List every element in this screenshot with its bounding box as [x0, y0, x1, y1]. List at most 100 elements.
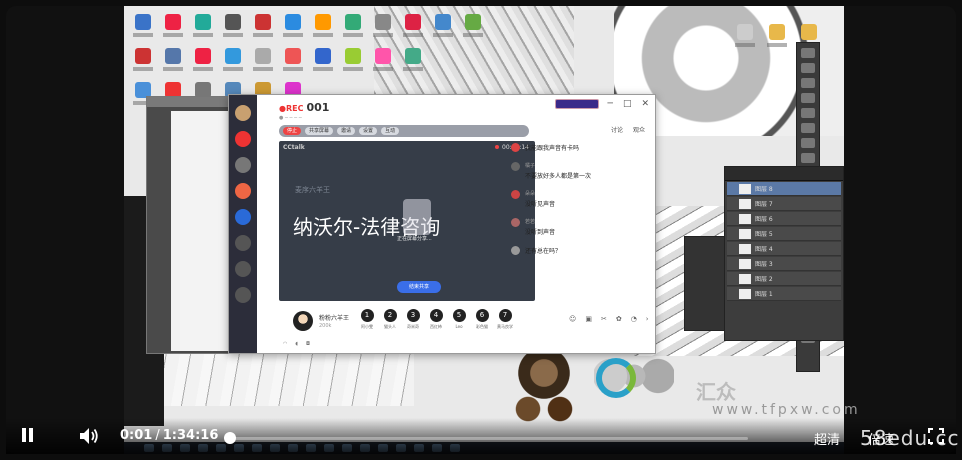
settings-button: 设置: [359, 127, 378, 135]
discover-icon: [235, 157, 251, 173]
chat-icon: [235, 183, 251, 199]
wifi-icon: ◠: [283, 341, 288, 347]
chat-tools: ☺ ▣ ✂ ✿ ◔ ›: [569, 315, 649, 323]
participant-list: 1 阿小雯 2 猫头人 3 奇米奇 4 西红柿 5 Leo 6 彩色猫 7 黄马良学: [359, 309, 513, 330]
photoshop-layers-panel: 图层 8 图层 7 图层 6 图层 5 图层 4 图层 3 图层 2 图层 1: [724, 166, 844, 341]
participant: 2 猫头人: [383, 309, 397, 329]
chat-text: 没听见声音: [525, 201, 556, 208]
stage-logo: CCtalk: [283, 144, 305, 151]
quality-button[interactable]: 超清: [814, 429, 840, 448]
tab-discussion: 讨论: [610, 127, 623, 134]
desktop-icon: [312, 14, 334, 42]
chat-author: 若若: [525, 219, 536, 225]
chat-message: 朵朵 没听见声音: [511, 190, 651, 208]
layer-name: 图层 1: [755, 291, 773, 298]
desktop-icon: [252, 14, 274, 42]
time-separator: /: [155, 428, 160, 443]
tab-audience: 观众: [632, 127, 645, 134]
video-player[interactable]: 图层 8 图层 7 图层 6 图层 5 图层 4 图层 3 图层 2 图层 1: [0, 0, 962, 460]
chat-message: 我能跟我声音有卡吗: [511, 143, 651, 152]
desktop-icon: [252, 48, 274, 76]
chat-message: 若若 没听到声音: [511, 218, 651, 236]
volume-icon: [80, 428, 98, 444]
volume-button[interactable]: [78, 426, 100, 446]
layer-name: 图层 6: [755, 216, 773, 223]
screen-share-icon: [403, 199, 431, 235]
avatar: [511, 143, 520, 152]
site-watermark: 汇众 www.tfpxw.com: [596, 358, 858, 418]
close-icon: ✕: [641, 99, 649, 109]
desktop-icon: [312, 48, 334, 76]
flower-icon: ✿: [615, 315, 622, 323]
window-controls: ─ □ ✕: [608, 99, 649, 109]
brand-watermark: 58edu.cc: [860, 426, 960, 450]
interact-button: 互动: [381, 127, 400, 135]
notification-icon: [235, 131, 251, 147]
duration: 1:34:16: [162, 428, 219, 443]
desktop-icon: [372, 14, 394, 42]
presenter-name: 粉粉六羊王: [319, 315, 350, 322]
cctalk-window: ●REC 001 ● ─ ─ ─ ─ ─ □ ✕ 停止 共享屏幕 邀请 设置 互动: [228, 94, 656, 354]
progress-handle[interactable]: [224, 432, 236, 444]
settings-icon: [235, 287, 251, 303]
desktop-icon: [462, 14, 484, 42]
desktop-icon: [342, 48, 364, 76]
contacts-icon: [235, 261, 251, 277]
chevron-right-icon: ›: [645, 315, 649, 323]
progress-bar[interactable]: [228, 437, 748, 440]
share-screen-button: 共享屏幕: [305, 127, 334, 135]
participant: 4 西红柿: [429, 309, 443, 329]
participant: 1 阿小雯: [360, 309, 374, 329]
layer-name: 图层 5: [755, 231, 773, 238]
avatar: [511, 162, 520, 171]
room-title: ●REC 001: [279, 101, 330, 114]
layer-name: 图层 8: [755, 186, 773, 193]
stop-record-button: 停止: [283, 127, 302, 135]
avatar: [235, 105, 251, 121]
mic-icon: ◖: [295, 341, 299, 347]
layer-row: 图层 6: [727, 212, 841, 226]
layer-row: 图层 5: [727, 227, 841, 241]
time-display: 0:01/1:34:16: [120, 428, 218, 443]
desktop-icon: [402, 14, 424, 42]
chat-message: 还有总在吗？: [511, 246, 651, 255]
session-toolbar: 停止 共享屏幕 邀请 设置 互动: [279, 125, 529, 137]
avatar: [511, 190, 520, 199]
layer-row: 图层 4: [727, 242, 841, 256]
cctalk-main: ●REC 001 ● ─ ─ ─ ─ ─ □ ✕ 停止 共享屏幕 邀请 设置 互动: [257, 95, 655, 353]
layer-row: 图层 8: [727, 182, 841, 196]
share-status: 正在屏幕分享...: [397, 236, 432, 242]
player-controls: 0:01/1:34:16 超清 倍速: [6, 418, 956, 454]
watermark-url: www.tfpxw.com: [712, 402, 861, 418]
scissors-icon: ✂: [600, 315, 607, 323]
share-stage: CCtalk 00:00:14 麦序六羊王 纳沃尔-法律咨询 正在屏幕分享...…: [279, 141, 535, 301]
layer-row: 图层 1: [727, 287, 841, 301]
desktop-icon: [372, 48, 394, 76]
chat-list: 我能跟我声音有卡吗 橘子 不要放好多人都是第一次 朵朵 没听见声音 若若 没听到声音 …: [511, 141, 651, 301]
layer-name: 图层 4: [755, 246, 773, 253]
desktop-icon: [192, 48, 214, 76]
minimize-icon: ─: [607, 99, 613, 109]
chat-text: 没听到声音: [525, 229, 556, 236]
chat-text: 还有总在吗？: [525, 248, 562, 255]
desktop-icon: [132, 14, 154, 42]
watermark-logo-icon: [596, 358, 636, 398]
desktop-icon: [282, 48, 304, 76]
watermark-text: 汇众: [696, 380, 736, 404]
letterbox-right: [844, 6, 956, 454]
promo-badge: [555, 99, 599, 109]
stage-caption: 麦序六羊王: [295, 186, 330, 194]
avatar: [511, 246, 520, 255]
layer-row: 图层 3: [727, 257, 841, 271]
message-icon: [235, 209, 251, 225]
desktop-icon: [402, 48, 424, 76]
participant: 6 彩色猫: [475, 309, 489, 329]
video-frame[interactable]: 图层 8 图层 7 图层 6 图层 5 图层 4 图层 3 图层 2 图层 1: [6, 6, 956, 454]
desktop-icon: [282, 14, 304, 42]
desktop-icon: [432, 14, 454, 42]
layer-name: 图层 3: [755, 261, 773, 268]
side-tabs: 讨论 观众: [611, 125, 645, 134]
camera-icon: ◘: [306, 341, 310, 347]
invite-button: 邀请: [337, 127, 356, 135]
pause-button[interactable]: [22, 428, 40, 444]
